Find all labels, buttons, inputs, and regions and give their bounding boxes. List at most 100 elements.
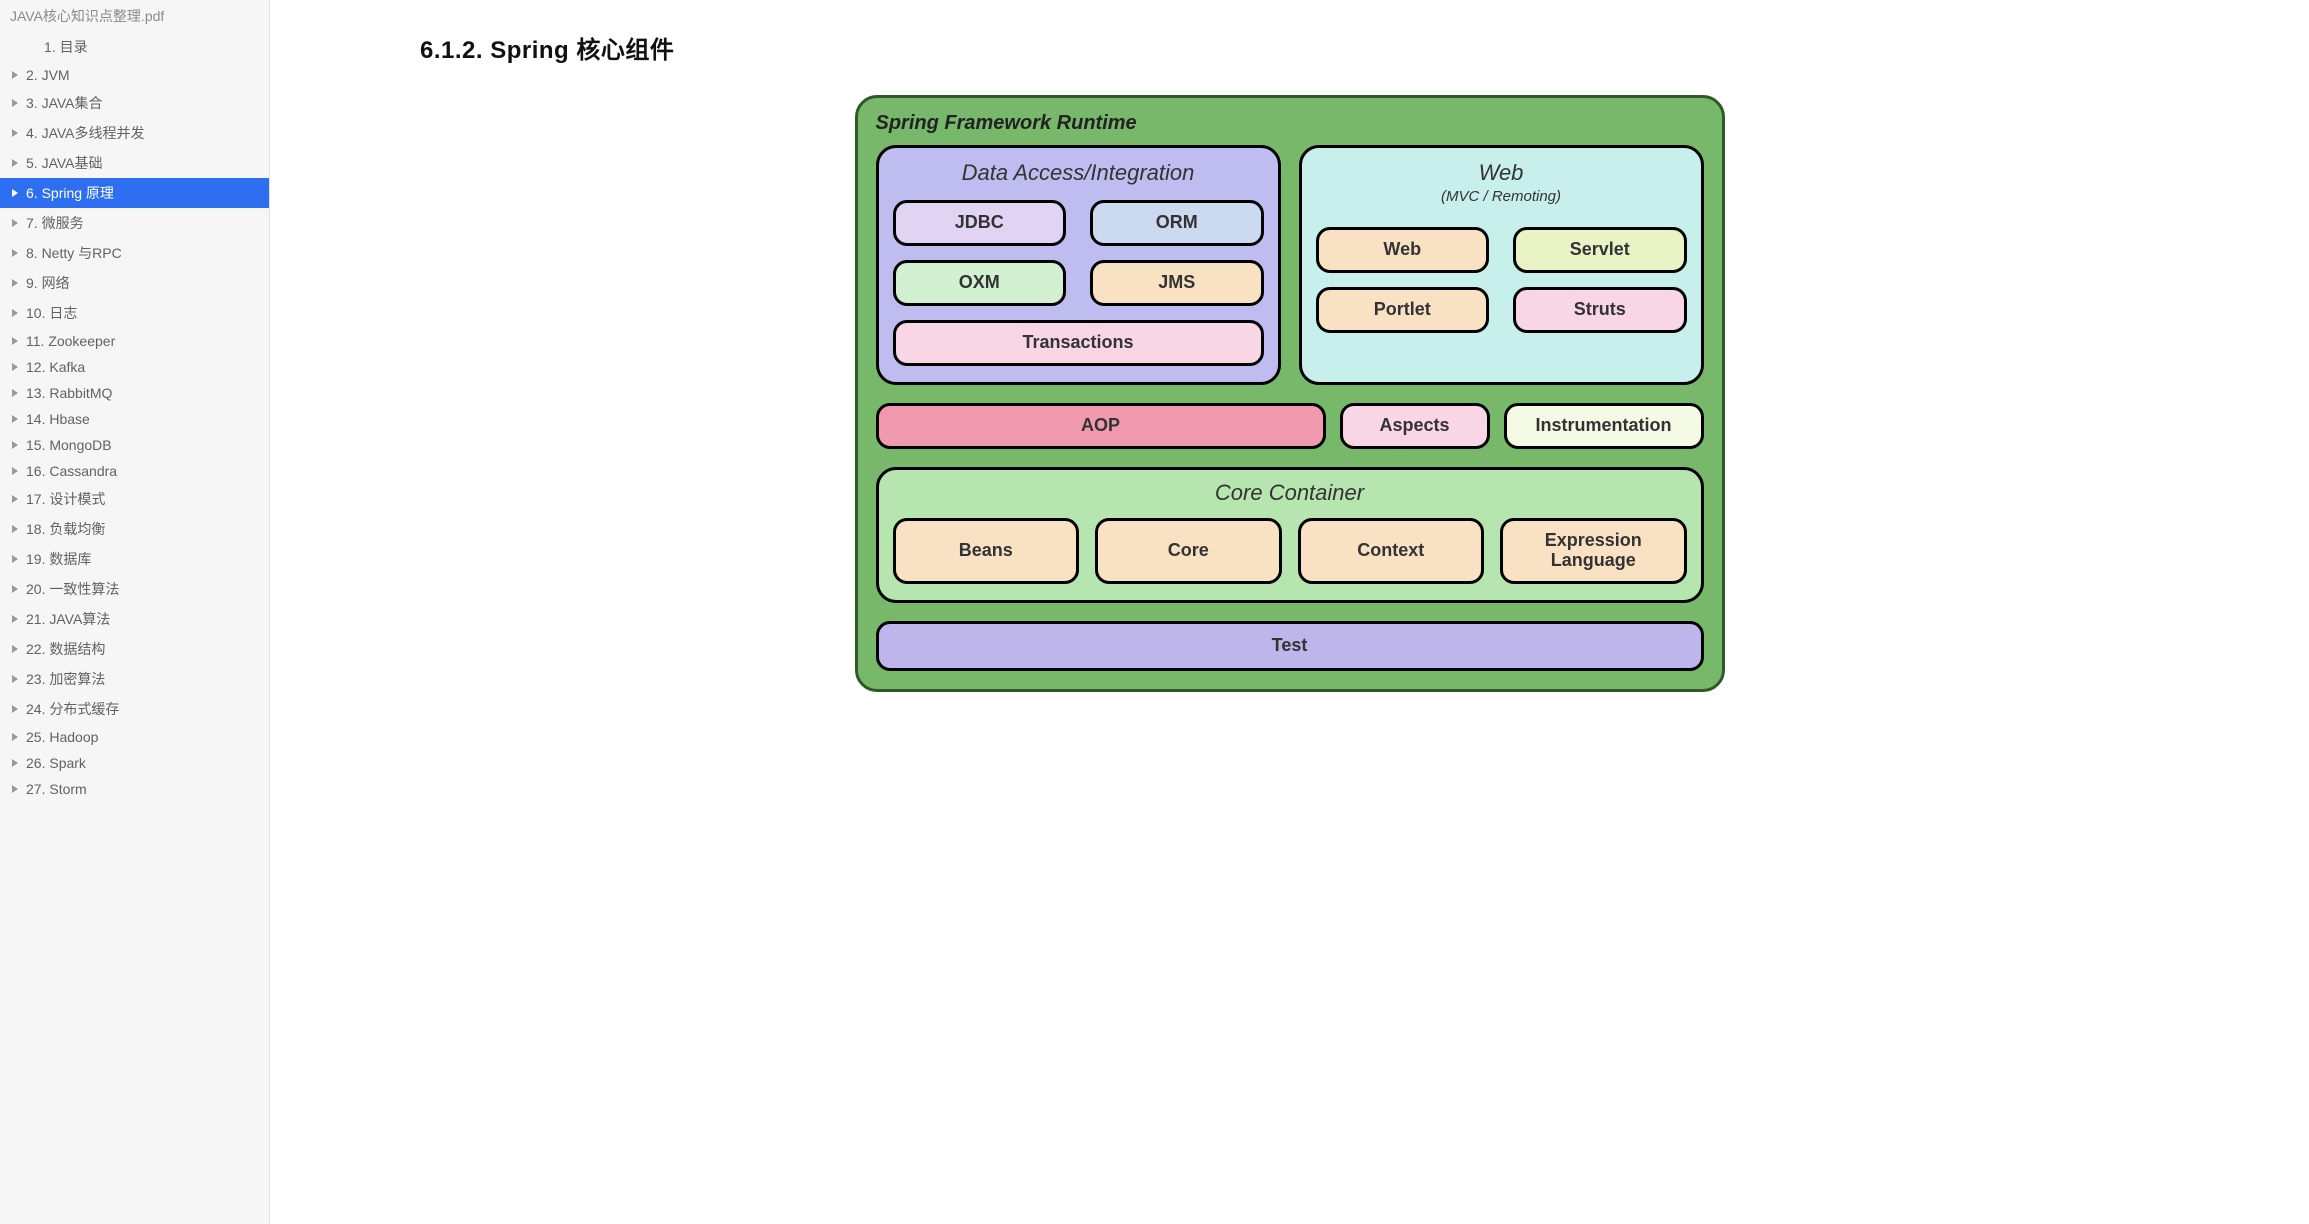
outline-item[interactable]: 16. Cassandra — [0, 458, 269, 484]
outline-item[interactable]: 15. MongoDB — [0, 432, 269, 458]
disclosure-triangle-icon — [12, 363, 18, 371]
module-chip: Struts — [1513, 287, 1687, 333]
disclosure-triangle-icon — [12, 495, 18, 503]
outline-item[interactable]: 5. JAVA基础 — [0, 148, 269, 178]
module-chip: Servlet — [1513, 227, 1687, 273]
outline-item-label: 15. MongoDB — [26, 437, 112, 453]
outline-item-label: 11. Zookeeper — [26, 333, 115, 349]
outline-item-label: 7. 微服务 — [26, 213, 84, 233]
disclosure-triangle-icon — [12, 415, 18, 423]
outline-item-label: 21. JAVA算法 — [26, 609, 110, 629]
outline-item[interactable]: 3. JAVA集合 — [0, 88, 269, 118]
outline-item[interactable]: 10. 日志 — [0, 298, 269, 328]
section-heading: 6.1.2. Spring 核心组件 — [420, 30, 2249, 65]
module-chip: JMS — [1090, 260, 1264, 306]
core-grid: BeansCoreContextExpression Language — [893, 518, 1687, 584]
disclosure-triangle-icon — [12, 733, 18, 741]
outline-item[interactable]: 20. 一致性算法 — [0, 574, 269, 604]
disclosure-triangle-icon — [12, 279, 18, 287]
outline-item[interactable]: 22. 数据结构 — [0, 634, 269, 664]
module-chip: Transactions — [893, 320, 1264, 366]
aspects-chip: Aspects — [1340, 403, 1490, 449]
disclosure-triangle-icon — [12, 337, 18, 345]
outline-item[interactable]: 6. Spring 原理 — [0, 178, 269, 208]
outline-item[interactable]: 7. 微服务 — [0, 208, 269, 238]
module-chip: Context — [1298, 518, 1485, 584]
module-chip: Portlet — [1316, 287, 1490, 333]
web-title: Web — [1316, 160, 1687, 186]
test-chip: Test — [876, 621, 1704, 671]
disclosure-triangle-icon — [12, 309, 18, 317]
disclosure-triangle-icon — [12, 675, 18, 683]
outline-list: 1. 目录 2. JVM 3. JAVA集合 4. JAVA多线程并发 5. JAVA基… — [0, 32, 269, 802]
outline-item-label: 18. 负载均衡 — [26, 519, 105, 539]
outline-item[interactable]: 25. Hadoop — [0, 724, 269, 750]
disclosure-triangle-icon — [12, 615, 18, 623]
outline-item-label: 3. JAVA集合 — [26, 93, 103, 113]
outline-item-label: 14. Hbase — [26, 411, 90, 427]
core-container-title: Core Container — [893, 480, 1687, 506]
outline-item[interactable]: 1. 目录 — [0, 32, 269, 62]
outline-item-label: 24. 分布式缓存 — [26, 699, 119, 719]
outline-item-label: 2. JVM — [26, 67, 70, 83]
outline-item-label: 9. 网络 — [26, 273, 70, 293]
outline-item[interactable]: 21. JAVA算法 — [0, 604, 269, 634]
aop-chip: AOP — [876, 403, 1326, 449]
data-access-panel: Data Access/Integration JDBCORMOXMJMSTra… — [876, 145, 1281, 385]
outline-item-label: 12. Kafka — [26, 359, 85, 375]
disclosure-triangle-icon — [12, 249, 18, 257]
test-row: Test — [876, 621, 1704, 671]
outline-item-label: 16. Cassandra — [26, 463, 117, 479]
disclosure-triangle-icon — [12, 759, 18, 767]
outline-item[interactable]: 11. Zookeeper — [0, 328, 269, 354]
outline-item[interactable]: 8. Netty 与RPC — [0, 238, 269, 268]
disclosure-triangle-icon — [12, 99, 18, 107]
outline-item[interactable]: 17. 设计模式 — [0, 484, 269, 514]
outline-item-label: 10. 日志 — [26, 303, 77, 323]
outline-item[interactable]: 2. JVM — [0, 62, 269, 88]
outline-item-label: 5. JAVA基础 — [26, 153, 103, 173]
disclosure-triangle-icon — [12, 785, 18, 793]
web-grid: Web Servlet Portlet Struts — [1316, 227, 1687, 333]
module-chip: Beans — [893, 518, 1080, 584]
mid-row: AOP Aspects Instrumentation — [876, 403, 1704, 449]
outline-item-label: 22. 数据结构 — [26, 639, 105, 659]
module-chip: Core — [1095, 518, 1282, 584]
outline-item[interactable]: 4. JAVA多线程并发 — [0, 118, 269, 148]
outline-item[interactable]: 18. 负载均衡 — [0, 514, 269, 544]
outline-item-label: 20. 一致性算法 — [26, 579, 119, 599]
disclosure-triangle-icon — [12, 467, 18, 475]
doc-title: JAVA核心知识点整理.pdf — [0, 0, 269, 32]
module-chip: Expression Language — [1500, 518, 1687, 584]
outline-item[interactable]: 12. Kafka — [0, 354, 269, 380]
module-chip: OXM — [893, 260, 1067, 306]
module-chip: Web — [1316, 227, 1490, 273]
core-container-panel: Core Container BeansCoreContextExpressio… — [876, 467, 1704, 603]
module-chip: ORM — [1090, 200, 1264, 246]
outline-item[interactable]: 13. RabbitMQ — [0, 380, 269, 406]
outline-item[interactable]: 27. Storm — [0, 776, 269, 802]
outline-item[interactable]: 24. 分布式缓存 — [0, 694, 269, 724]
runtime-title: Spring Framework Runtime — [876, 112, 1704, 135]
outline-item[interactable]: 26. Spark — [0, 750, 269, 776]
disclosure-triangle-icon — [12, 585, 18, 593]
outline-item-label: 17. 设计模式 — [26, 489, 105, 509]
outline-item[interactable]: 14. Hbase — [0, 406, 269, 432]
data-access-grid: JDBCORMOXMJMSTransactions — [893, 200, 1264, 366]
top-row: Data Access/Integration JDBCORMOXMJMSTra… — [876, 145, 1704, 385]
disclosure-triangle-icon — [12, 219, 18, 227]
web-subtitle: (MVC / Remoting) — [1316, 188, 1687, 205]
disclosure-triangle-icon — [12, 705, 18, 713]
data-access-title: Data Access/Integration — [893, 160, 1264, 186]
outline-item-label: 25. Hadoop — [26, 729, 98, 745]
outline-item[interactable]: 9. 网络 — [0, 268, 269, 298]
web-panel: Web (MVC / Remoting) Web Servlet Portlet St… — [1299, 145, 1704, 385]
disclosure-triangle-icon — [12, 159, 18, 167]
outline-item-label: 13. RabbitMQ — [26, 385, 112, 401]
outline-item[interactable]: 23. 加密算法 — [0, 664, 269, 694]
disclosure-triangle-icon — [12, 525, 18, 533]
outline-item[interactable]: 19. 数据库 — [0, 544, 269, 574]
disclosure-triangle-icon — [12, 129, 18, 137]
disclosure-triangle-icon — [12, 555, 18, 563]
disclosure-triangle-icon — [12, 441, 18, 449]
